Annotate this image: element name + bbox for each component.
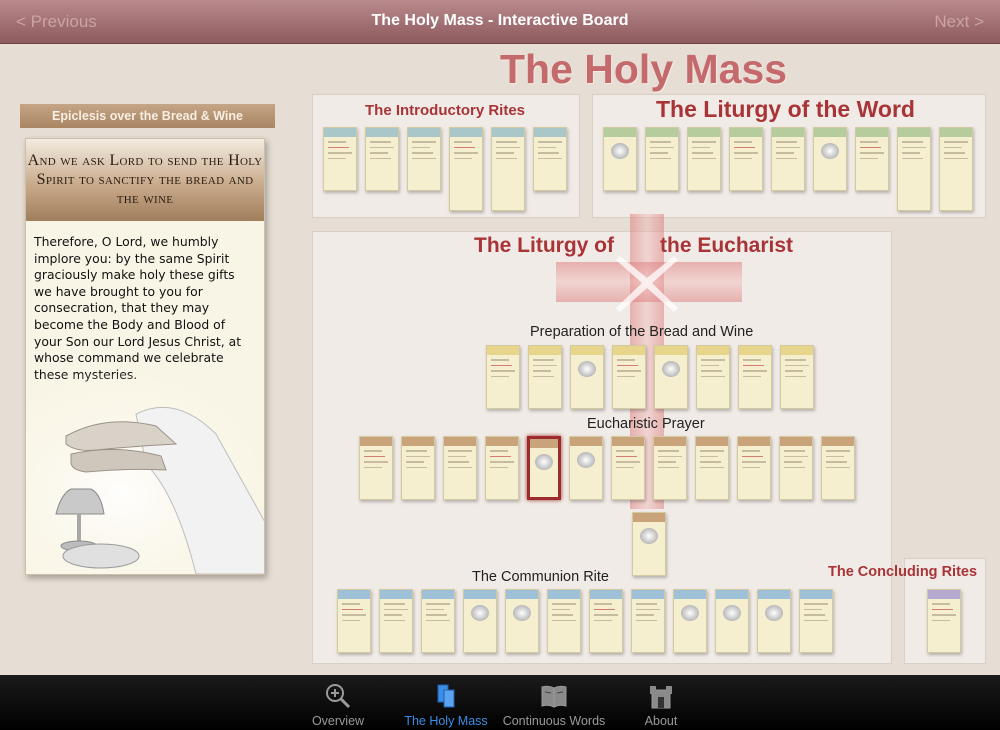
board-card-prep-4[interactable] — [612, 345, 646, 409]
board-card-concluding-1[interactable] — [927, 589, 961, 653]
board-card-prayer-9[interactable] — [695, 436, 729, 500]
tab-continuous-words-label: Continuous Words — [502, 714, 606, 728]
board-card-prep-7[interactable] — [738, 345, 772, 409]
cross-center-icon — [616, 256, 678, 312]
tab-about[interactable]: About — [606, 675, 716, 730]
tab-the-holy-mass[interactable]: The Holy Mass — [391, 675, 501, 730]
board-card-communion-9[interactable] — [673, 589, 707, 653]
board-card-intro-5[interactable] — [491, 127, 525, 211]
book-icon — [541, 685, 567, 708]
board-card-word-1[interactable] — [603, 127, 637, 191]
board-title: The Holy Mass — [500, 46, 788, 92]
subsection-title-eucharistic-prayer: Eucharistic Prayer — [587, 416, 705, 432]
board-card-intro-1[interactable] — [323, 127, 357, 191]
tab-overview[interactable]: Overview — [283, 675, 393, 730]
section-title-concluding-rites: The Concluding Rites — [828, 564, 978, 580]
board-card-communion-7[interactable] — [589, 589, 623, 653]
board-card-prep-1[interactable] — [486, 345, 520, 409]
board-card-prayer-6[interactable] — [569, 436, 603, 500]
board-card-intro-4[interactable] — [449, 127, 483, 211]
board-card-communion-8[interactable] — [631, 589, 665, 653]
zoom-in-icon — [326, 684, 351, 709]
board-card-communion-1[interactable] — [337, 589, 371, 653]
board-card-word-2[interactable] — [645, 127, 679, 191]
subsection-title-preparation: Preparation of the Bread and Wine — [530, 324, 754, 340]
tab-continuous-words[interactable]: Continuous Words — [499, 675, 609, 730]
section-title-liturgy-of-word: The Liturgy of the Word — [656, 96, 915, 122]
section-title-introductory-rites: The Introductory Rites — [365, 102, 526, 119]
current-step-breadcrumb: Epiclesis over the Bread & Wine — [20, 104, 275, 128]
board-card-prayer-4[interactable] — [485, 436, 519, 500]
tab-bar: Overview The Holy Mass Continuous Words … — [0, 675, 1000, 730]
next-button[interactable]: Next > — [934, 12, 984, 32]
board-card-intro-2[interactable] — [365, 127, 399, 191]
board-card-prep-6[interactable] — [696, 345, 730, 409]
board-card-intro-3[interactable] — [407, 127, 441, 191]
board-card-communion-3[interactable] — [421, 589, 455, 653]
board-card-prayer-10[interactable] — [737, 436, 771, 500]
board-card-communion-4[interactable] — [463, 589, 497, 653]
board-card-prayer-1[interactable] — [359, 436, 393, 500]
board-card-word-6[interactable] — [813, 127, 847, 191]
subsection-title-communion: The Communion Rite — [472, 569, 609, 585]
board-card-word-3[interactable] — [687, 127, 721, 191]
board-card-prayer-5[interactable] — [527, 436, 561, 500]
board-card-prayer-3[interactable] — [443, 436, 477, 500]
board-card-prep-5[interactable] — [654, 345, 688, 409]
board-card-prayer-8[interactable] — [653, 436, 687, 500]
navigation-bar: < Previous The Holy Mass - Interactive B… — [0, 0, 1000, 44]
epiclesis-illustration — [26, 374, 264, 574]
tab-about-label: About — [644, 714, 678, 728]
board-icon — [437, 684, 455, 708]
tab-the-holy-mass-label: The Holy Mass — [404, 714, 488, 728]
board-card-intro-6[interactable] — [533, 127, 567, 191]
board-card-prayer-12[interactable] — [821, 436, 855, 500]
board-card-word-4[interactable] — [729, 127, 763, 191]
page-title: The Holy Mass - Interactive Board — [371, 12, 629, 29]
tab-overview-label: Overview — [311, 714, 365, 728]
board-card-communion-10[interactable] — [715, 589, 749, 653]
board-card-communion-6[interactable] — [547, 589, 581, 653]
board-card-word-9[interactable] — [939, 127, 973, 211]
board-card-communion-11[interactable] — [757, 589, 791, 653]
board-card-prayer-11[interactable] — [779, 436, 813, 500]
board-card-communion-2[interactable] — [379, 589, 413, 653]
board-card-word-8[interactable] — [897, 127, 931, 211]
section-title-eucharist-part2: the Eucharist — [660, 234, 794, 257]
board-card-prep-8[interactable] — [780, 345, 814, 409]
section-title-eucharist-part1: The Liturgy of — [474, 234, 614, 257]
board-card-prayer-extra-1[interactable] — [632, 512, 666, 576]
step-detail-card: And we ask Lord to send the Holy Spirit … — [25, 138, 265, 575]
board-card-prayer-7[interactable] — [611, 436, 645, 500]
step-prayer-text: Therefore, O Lord, we humbly implore you… — [34, 234, 242, 382]
board-card-prep-2[interactable] — [528, 345, 562, 409]
board-card-communion-12[interactable] — [799, 589, 833, 653]
board-card-word-5[interactable] — [771, 127, 805, 191]
board-card-word-7[interactable] — [855, 127, 889, 191]
board-card-communion-5[interactable] — [505, 589, 539, 653]
step-heading: And we ask Lord to send the Holy Spirit … — [26, 139, 264, 221]
board-card-prep-3[interactable] — [570, 345, 604, 409]
church-icon — [650, 686, 672, 709]
board-card-prayer-2[interactable] — [401, 436, 435, 500]
